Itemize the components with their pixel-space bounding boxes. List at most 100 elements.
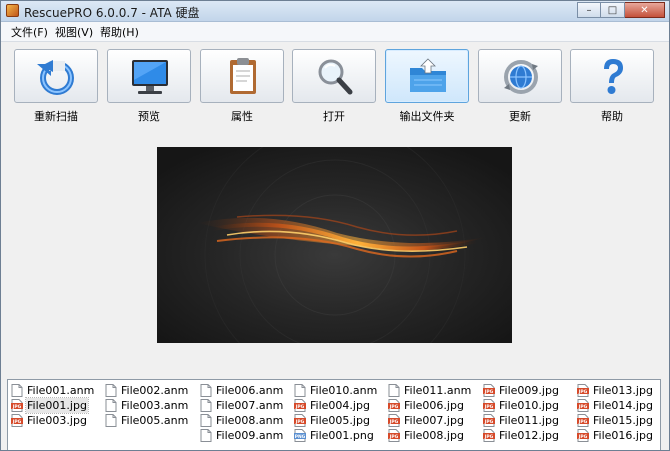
file-name: File005.anm — [121, 414, 189, 427]
document-file-icon — [105, 414, 117, 427]
file-item[interactable]: File002.anm — [105, 383, 197, 398]
file-name: File009.anm — [216, 429, 284, 442]
update-label: 更新 — [509, 110, 531, 123]
file-name: File004.jpg — [310, 399, 370, 412]
file-item[interactable]: JPG File007.jpg — [388, 413, 480, 428]
document-file-icon — [105, 399, 117, 412]
file-list[interactable]: File001.anm JPG File001.jpg JPG File003.jpg F… — [7, 379, 661, 450]
file-item[interactable]: JPG File011.jpg — [483, 413, 575, 428]
jpg-file-icon: JPG — [577, 399, 589, 412]
file-name: File003.anm — [121, 399, 189, 412]
file-name: File011.jpg — [499, 414, 559, 427]
document-file-icon — [105, 384, 117, 397]
file-name: File014.jpg — [593, 399, 653, 412]
file-item[interactable]: JPG File003.jpg — [11, 413, 103, 428]
help-label: 帮助 — [601, 110, 623, 123]
file-item[interactable]: File005.anm — [105, 413, 197, 428]
jpg-file-icon: JPG — [577, 414, 589, 427]
open-button[interactable] — [292, 49, 376, 103]
svg-text:JPG: JPG — [12, 419, 22, 425]
svg-text:JPG: JPG — [578, 389, 588, 395]
output-folder-button[interactable] — [385, 49, 469, 103]
file-item[interactable]: File003.anm — [105, 398, 197, 413]
folder-export-icon — [410, 58, 446, 92]
app-window: RescuePRO 6.0.0.7 - ATA 硬盘 – □ ✕ 文件(F) 视… — [0, 0, 670, 451]
properties-button[interactable] — [200, 49, 284, 103]
svg-text:JPG: JPG — [484, 419, 494, 425]
file-item[interactable]: File007.anm — [200, 398, 292, 413]
svg-text:JPG: JPG — [484, 389, 494, 395]
file-name: File011.anm — [404, 384, 472, 397]
window-title: RescuePRO 6.0.0.7 - ATA 硬盘 — [24, 6, 200, 20]
file-item[interactable]: JPG File015.jpg — [577, 413, 660, 428]
file-item[interactable]: File006.anm — [200, 383, 292, 398]
file-item[interactable]: JPG File005.jpg — [294, 413, 386, 428]
file-name: File007.anm — [216, 399, 284, 412]
preview-button[interactable] — [107, 49, 191, 103]
document-file-icon — [200, 414, 212, 427]
properties-label: 属性 — [231, 110, 253, 123]
file-item[interactable]: File009.anm — [200, 428, 292, 443]
jpg-file-icon: JPG — [11, 414, 23, 427]
file-name: File001.jpg — [25, 397, 89, 414]
file-name: File008.anm — [216, 414, 284, 427]
file-item[interactable]: JPG File013.jpg — [577, 383, 660, 398]
rescan-label: 重新扫描 — [34, 110, 78, 123]
file-item[interactable]: JPG File008.jpg — [388, 428, 480, 443]
file-item[interactable]: JPG File006.jpg — [388, 398, 480, 413]
file-item[interactable]: JPG File014.jpg — [577, 398, 660, 413]
close-button[interactable]: ✕ — [625, 2, 665, 18]
update-button[interactable] — [478, 49, 562, 103]
minimize-button[interactable]: – — [577, 2, 601, 18]
file-name: File006.anm — [216, 384, 284, 397]
document-file-icon — [200, 429, 212, 442]
svg-text:JPG: JPG — [484, 404, 494, 410]
jpg-file-icon: JPG — [388, 429, 400, 442]
menu-file[interactable]: 文件(F) — [11, 24, 48, 40]
maximize-button[interactable]: □ — [601, 2, 625, 18]
file-item[interactable]: JPG File012.jpg — [483, 428, 575, 443]
file-name: File001.anm — [27, 384, 95, 397]
output-folder-label: 输出文件夹 — [399, 110, 455, 123]
jpg-file-icon: JPG — [11, 399, 23, 412]
jpg-file-icon: JPG — [577, 429, 589, 442]
open-label: 打开 — [323, 110, 345, 123]
file-item[interactable]: PNG File001.png — [294, 428, 386, 443]
svg-text:JPG: JPG — [578, 419, 588, 425]
file-name: File010.jpg — [499, 399, 559, 412]
jpg-file-icon: JPG — [483, 414, 495, 427]
menu-view[interactable]: 视图(V) — [55, 24, 93, 40]
file-name: File001.png — [310, 429, 374, 442]
svg-text:JPG: JPG — [484, 434, 494, 440]
rescan-button[interactable] — [14, 49, 98, 103]
svg-text:JPG: JPG — [578, 434, 588, 440]
jpg-file-icon: JPG — [388, 414, 400, 427]
file-item[interactable]: File011.anm — [388, 383, 480, 398]
jpg-file-icon: JPG — [294, 414, 306, 427]
document-file-icon — [294, 384, 306, 397]
jpg-file-icon: JPG — [483, 429, 495, 442]
file-item[interactable]: JPG File010.jpg — [483, 398, 575, 413]
file-item[interactable]: JPG File016.jpg — [577, 428, 660, 443]
file-item[interactable]: JPG File004.jpg — [294, 398, 386, 413]
menu-help[interactable]: 帮助(H) — [100, 24, 139, 40]
svg-text:JPG: JPG — [389, 419, 399, 425]
image-preview — [157, 147, 512, 343]
file-name: File010.anm — [310, 384, 378, 397]
file-item[interactable]: File008.anm — [200, 413, 292, 428]
png-file-icon: PNG — [294, 429, 306, 442]
file-name: File005.jpg — [310, 414, 370, 427]
file-item[interactable]: JPG File001.jpg — [11, 397, 103, 414]
file-name: File013.jpg — [593, 384, 653, 397]
menu-bar: 文件(F) 视图(V) 帮助(H) — [1, 22, 669, 42]
title-bar[interactable]: RescuePRO 6.0.0.7 - ATA 硬盘 – □ ✕ — [1, 1, 669, 22]
file-item[interactable]: File001.anm — [11, 383, 103, 398]
file-name: File006.jpg — [404, 399, 464, 412]
jpg-file-icon: JPG — [577, 384, 589, 397]
help-button[interactable] — [570, 49, 654, 103]
file-item[interactable]: File010.anm — [294, 383, 386, 398]
help-icon — [604, 59, 623, 94]
file-item[interactable]: JPG File009.jpg — [483, 383, 575, 398]
svg-text:JPG: JPG — [12, 404, 22, 410]
document-file-icon — [200, 384, 212, 397]
